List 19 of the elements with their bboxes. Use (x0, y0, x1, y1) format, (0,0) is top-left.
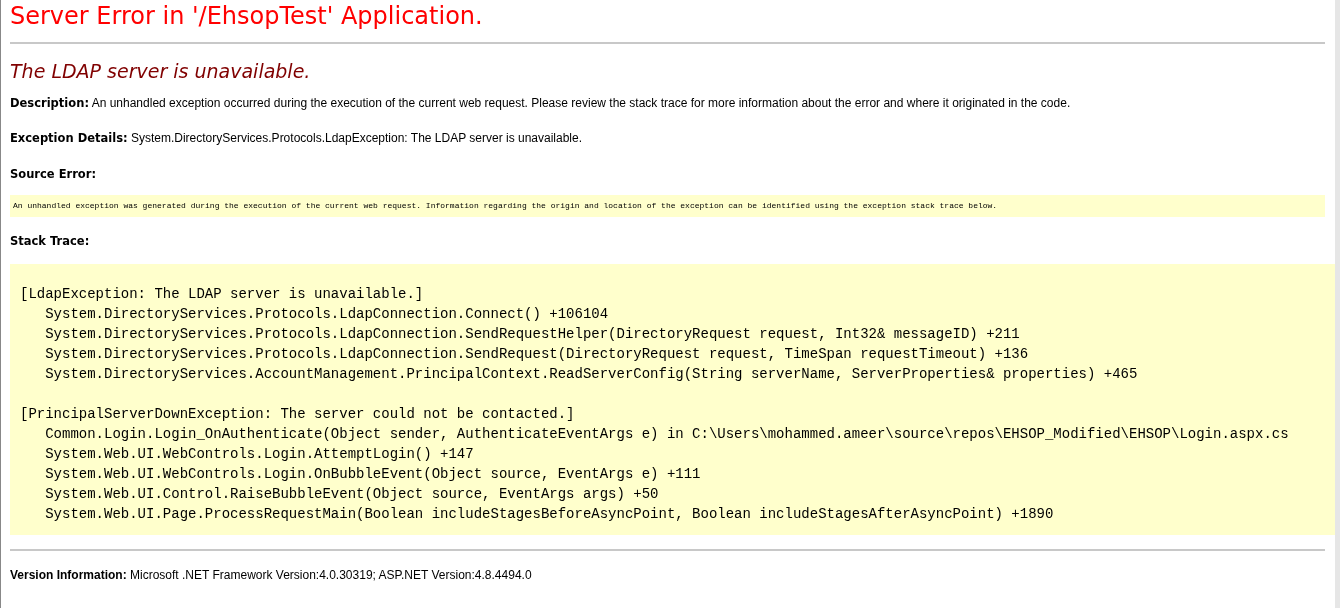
stack-trace-line: System.Web.UI.WebControls.Login.AttemptLogin() +147 (45, 446, 474, 463)
stack-trace-line: System.DirectoryServices.Protocols.LdapConnection.SendRequest(DirectoryRequest request, TimeSpan requestTimeout) +136 (45, 346, 1029, 363)
error-heading: The LDAP server is unavailable. (10, 60, 312, 83)
stack-trace-line: [PrincipalServerDownException: The server could not be contacted.] (20, 406, 575, 423)
page-title: Server Error in '/EhsopTest' Application. (10, 1, 484, 32)
description-text: Description: An unhandled exception occurred during the execution of the current web request. Please review the stack trace for more information about the error and where it originated in the code. (10, 94, 1072, 111)
stack-trace-line: System.Web.UI.Control.RaiseBubbleEvent(Object source, EventArgs args) +50 (45, 486, 659, 503)
stack-trace-label: Stack Trace: (10, 233, 90, 251)
exception-details-text: Exception Details: System.DirectoryServices.Protocols.LdapException: The LDAP server is unavailable. (10, 129, 584, 146)
stack-trace-line: System.DirectoryServices.AccountManagement.PrincipalContext.ReadServerConfig(String serverName, ServerProperties& properties) +465 (45, 366, 1138, 383)
version-information-text: Version Information: Microsoft .NET Framework Version:4.0.30319; ASP.NET Version:4.8.4494.0 (10, 567, 533, 584)
stack-trace-line: System.Web.UI.Page.ProcessRequestMain(Boolean includeStagesBeforeAsyncPoint, Boolean includeStagesAfterAsyncPoint) +1890 (45, 506, 1054, 523)
stack-trace-line: System.DirectoryServices.Protocols.LdapConnection.Connect() +106104 (45, 306, 609, 323)
stack-trace-line: [LdapException: The LDAP server is unavailable.] (20, 286, 424, 303)
stack-trace-line: Common.Login.Login_OnAuthenticate(Object sender, AuthenticateEventArgs e) in C:\Users\mohammed.ameer\source\repos\EHSOP_Modified\EHSOP\Login.aspx.cs (45, 426, 1289, 443)
stack-trace-line: System.DirectoryServices.Protocols.LdapConnection.SendRequestHelper(DirectoryRequest request, Int32& messageID) +211 (45, 326, 1020, 343)
source-error-box: An unhandled exception was generated during the execution of the current web request. Information regarding the origin and location of the exception can be identified using the exception stack trace below. (10, 195, 1325, 218)
stack-trace-line: System.Web.UI.WebControls.Login.OnBubbleEvent(Object source, EventArgs e) +111 (45, 466, 701, 483)
source-error-label: Source Error: (10, 165, 97, 183)
